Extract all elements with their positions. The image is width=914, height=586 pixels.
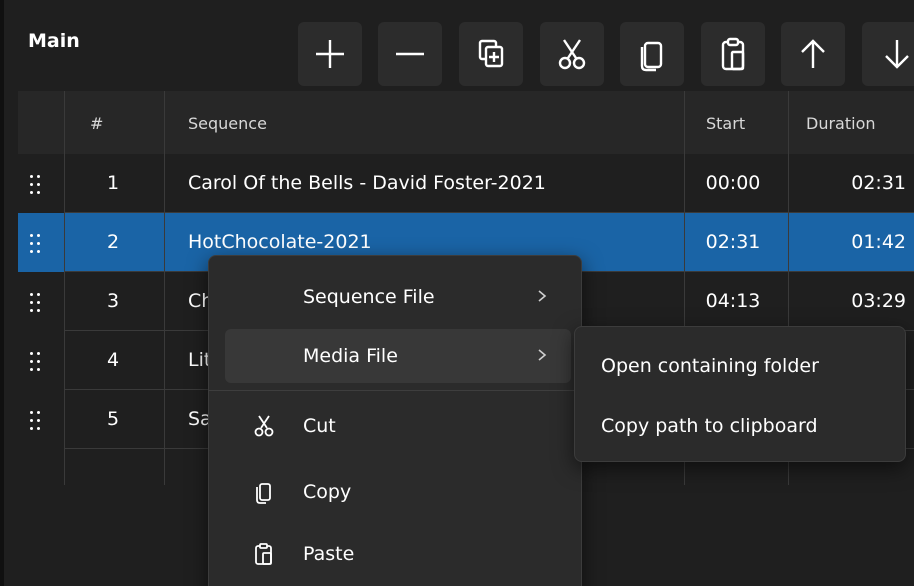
row-number: 4 bbox=[106, 349, 120, 371]
drag-handle-icon[interactable] bbox=[30, 233, 44, 253]
menu-item-copy-path[interactable]: Copy path to clipboard bbox=[601, 399, 818, 453]
menu-separator bbox=[209, 390, 581, 391]
panel-title: Main bbox=[28, 30, 80, 52]
menu-item-copy[interactable]: Copy bbox=[225, 465, 571, 519]
arrow-up-icon bbox=[801, 39, 825, 68]
minus-icon bbox=[396, 52, 424, 56]
chevron-right-icon bbox=[538, 290, 547, 302]
move-up-button[interactable] bbox=[781, 22, 845, 86]
menu-item-cut[interactable]: Cut bbox=[225, 399, 571, 453]
row-number: 2 bbox=[106, 231, 120, 253]
row-number: 3 bbox=[106, 290, 120, 312]
arrow-down-icon bbox=[885, 40, 909, 69]
row-number: 5 bbox=[106, 408, 120, 430]
remove-button[interactable] bbox=[378, 22, 442, 86]
duplicate-button[interactable] bbox=[459, 22, 523, 86]
copy-icon bbox=[256, 483, 271, 504]
duplicate-icon bbox=[478, 39, 504, 68]
start-time: 04:13 bbox=[705, 290, 761, 312]
column-header-duration[interactable]: Duration bbox=[806, 91, 876, 154]
duration-time: 02:31 bbox=[851, 172, 906, 194]
column-divider bbox=[164, 91, 165, 485]
duration-time: 01:42 bbox=[851, 231, 906, 253]
copy-icon bbox=[640, 41, 663, 72]
table-row[interactable]: 1 Carol Of the Bells - David Foster-2021 0… bbox=[18, 154, 914, 213]
chevron-right-icon bbox=[538, 349, 547, 361]
menu-item-label: Paste bbox=[303, 543, 355, 565]
menu-item-media-file[interactable]: Media File bbox=[225, 329, 571, 383]
plus-icon bbox=[316, 40, 344, 68]
column-divider bbox=[64, 91, 65, 485]
media-file-submenu: Open containing folder Copy path to clip… bbox=[574, 326, 906, 462]
drag-handle-icon[interactable] bbox=[30, 410, 44, 430]
menu-item-sequence-file[interactable]: Sequence File bbox=[225, 270, 571, 324]
row-number: 1 bbox=[106, 172, 120, 194]
paste-button[interactable] bbox=[701, 22, 765, 86]
start-time: 00:00 bbox=[705, 172, 761, 194]
add-button[interactable] bbox=[298, 22, 362, 86]
drag-handle-icon[interactable] bbox=[30, 292, 44, 312]
copy-button[interactable] bbox=[620, 22, 684, 86]
drag-handle-icon[interactable] bbox=[30, 351, 44, 371]
column-header-start[interactable]: Start bbox=[706, 91, 745, 154]
drag-handle-icon[interactable] bbox=[30, 174, 44, 194]
column-header-sequence[interactable]: Sequence bbox=[188, 91, 267, 154]
paste-icon bbox=[255, 543, 272, 565]
menu-item-label: Sequence File bbox=[303, 286, 435, 308]
context-menu: Sequence File Media File Cut Copy Paste bbox=[208, 255, 582, 586]
menu-item-label: Media File bbox=[303, 345, 398, 367]
menu-item-open-containing-folder[interactable]: Open containing folder bbox=[601, 339, 819, 393]
sequence-panel: Main # Sequence Start Duration 1 Carol O… bbox=[0, 0, 914, 586]
duration-time: 03:29 bbox=[851, 290, 906, 312]
menu-item-paste[interactable]: Paste bbox=[225, 527, 571, 581]
paste-icon bbox=[721, 37, 745, 71]
cut-icon bbox=[254, 415, 274, 437]
move-down-button[interactable] bbox=[862, 22, 914, 86]
cut-button[interactable] bbox=[540, 22, 604, 86]
cut-icon bbox=[558, 39, 586, 70]
menu-item-label: Copy bbox=[303, 481, 352, 503]
sequence-name: Carol Of the Bells - David Foster-2021 bbox=[188, 172, 546, 194]
toolbar: Main bbox=[4, 0, 914, 91]
column-header-number[interactable]: # bbox=[90, 91, 103, 154]
table-header: # Sequence Start Duration bbox=[18, 91, 914, 154]
start-time: 02:31 bbox=[705, 231, 761, 253]
menu-item-label: Cut bbox=[303, 415, 336, 437]
